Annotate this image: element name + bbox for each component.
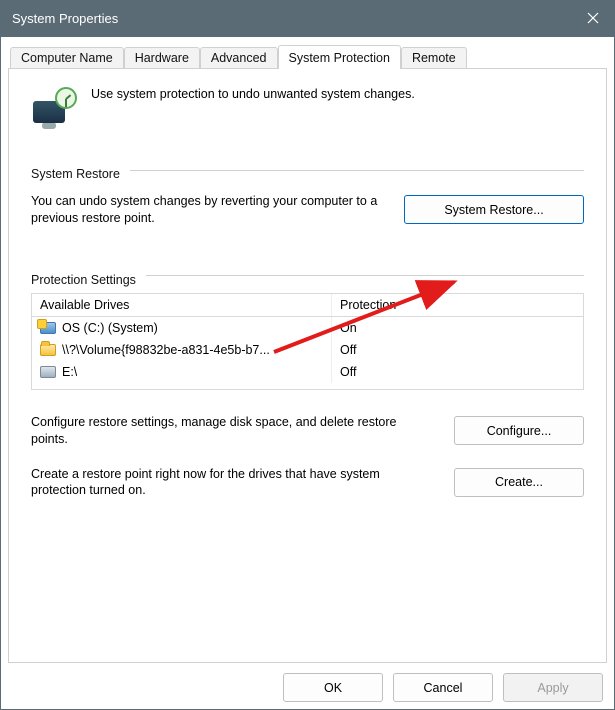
group-label-system-restore: System Restore	[31, 167, 126, 181]
tab-panel-system-protection: Use system protection to undo unwanted s…	[8, 68, 607, 663]
tab-strip: Computer Name Hardware Advanced System P…	[8, 44, 607, 68]
close-icon	[587, 12, 599, 24]
col-header-drives: Available Drives	[32, 294, 332, 316]
table-row[interactable]: OS (C:) (System) On	[32, 317, 583, 339]
window-title: System Properties	[12, 11, 118, 26]
configure-button[interactable]: Configure...	[454, 416, 584, 445]
table-row[interactable]: E:\ Off	[32, 361, 583, 383]
title-bar: System Properties	[0, 0, 615, 36]
apply-button[interactable]: Apply	[503, 673, 603, 702]
drive-name: OS (C:) (System)	[62, 321, 158, 335]
table-row[interactable]: \\?\Volume{f98832be-a831-4e5b-b7... Off	[32, 339, 583, 361]
create-description: Create a restore point right now for the…	[31, 466, 436, 500]
col-header-protection: Protection	[332, 294, 583, 316]
system-restore-icon	[31, 87, 77, 133]
system-restore-button[interactable]: System Restore...	[404, 195, 584, 224]
drives-table: Available Drives Protection OS (C:) (Sys…	[31, 293, 584, 390]
drive-protection: On	[332, 317, 583, 339]
drive-protection: Off	[332, 361, 583, 383]
drive-name: \\?\Volume{f98832be-a831-4e5b-b7...	[62, 343, 270, 357]
configure-description: Configure restore settings, manage disk …	[31, 414, 436, 448]
system-restore-description: You can undo system changes by reverting…	[31, 193, 386, 227]
group-label-protection-settings: Protection Settings	[31, 273, 142, 287]
divider	[130, 170, 584, 171]
tab-system-protection[interactable]: System Protection	[278, 45, 401, 69]
divider	[146, 275, 584, 276]
dialog-footer: OK Cancel Apply	[8, 663, 607, 702]
drive-protection: Off	[332, 339, 583, 361]
close-button[interactable]	[571, 0, 615, 36]
cancel-button[interactable]: Cancel	[393, 673, 493, 702]
drive-hdd-icon	[40, 366, 56, 378]
drive-name: E:\	[62, 365, 77, 379]
drives-header-row: Available Drives Protection	[32, 294, 583, 317]
create-restore-point-button[interactable]: Create...	[454, 468, 584, 497]
drive-os-icon	[40, 322, 56, 334]
ok-button[interactable]: OK	[283, 673, 383, 702]
intro-text: Use system protection to undo unwanted s…	[91, 87, 415, 101]
drive-folder-icon	[40, 344, 56, 356]
